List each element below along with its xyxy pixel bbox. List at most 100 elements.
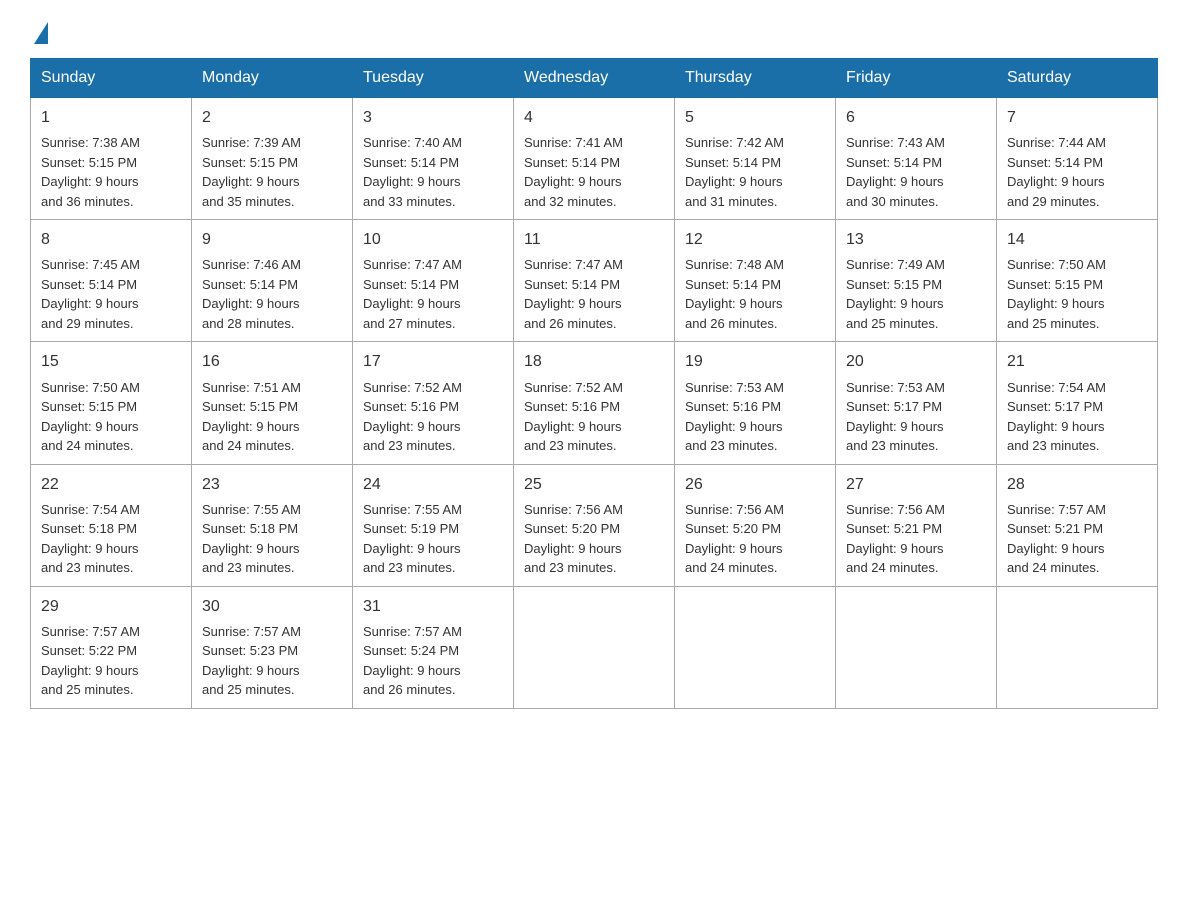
day-info: Sunrise: 7:52 AMSunset: 5:16 PMDaylight:… [363, 378, 503, 456]
calendar-cell: 8 Sunrise: 7:45 AMSunset: 5:14 PMDaylight… [31, 220, 192, 342]
week-row-2: 8 Sunrise: 7:45 AMSunset: 5:14 PMDaylight… [31, 220, 1158, 342]
calendar-cell [514, 586, 675, 708]
day-info: Sunrise: 7:48 AMSunset: 5:14 PMDaylight:… [685, 255, 825, 333]
day-info: Sunrise: 7:44 AMSunset: 5:14 PMDaylight:… [1007, 133, 1147, 211]
calendar-cell: 31 Sunrise: 7:57 AMSunset: 5:24 PMDayligh… [353, 586, 514, 708]
day-number: 17 [363, 350, 503, 373]
day-info: Sunrise: 7:57 AMSunset: 5:23 PMDaylight:… [202, 622, 342, 700]
day-info: Sunrise: 7:47 AMSunset: 5:14 PMDaylight:… [363, 255, 503, 333]
calendar-cell: 14 Sunrise: 7:50 AMSunset: 5:15 PMDayligh… [997, 220, 1158, 342]
day-of-week-friday: Friday [836, 59, 997, 98]
calendar-cell: 7 Sunrise: 7:44 AMSunset: 5:14 PMDaylight… [997, 98, 1158, 220]
day-number: 29 [41, 595, 181, 618]
day-number: 13 [846, 228, 986, 251]
calendar-cell: 25 Sunrise: 7:56 AMSunset: 5:20 PMDayligh… [514, 464, 675, 586]
day-number: 28 [1007, 473, 1147, 496]
day-number: 24 [363, 473, 503, 496]
days-of-week-row: SundayMondayTuesdayWednesdayThursdayFrid… [31, 59, 1158, 98]
day-info: Sunrise: 7:41 AMSunset: 5:14 PMDaylight:… [524, 133, 664, 211]
day-number: 30 [202, 595, 342, 618]
calendar-cell: 24Sunrise: 7:55 AMSunset: 5:19 PMDayligh… [353, 464, 514, 586]
day-number: 14 [1007, 228, 1147, 251]
calendar-cell: 3Sunrise: 7:40 AMSunset: 5:14 PMDaylight… [353, 98, 514, 220]
day-info: Sunrise: 7:47 AMSunset: 5:14 PMDaylight:… [524, 255, 664, 333]
calendar-cell: 22 Sunrise: 7:54 AMSunset: 5:18 PMDayligh… [31, 464, 192, 586]
calendar-cell: 19Sunrise: 7:53 AMSunset: 5:16 PMDayligh… [675, 342, 836, 464]
day-number: 4 [524, 106, 664, 129]
day-number: 23 [202, 473, 342, 496]
calendar-cell: 21Sunrise: 7:54 AMSunset: 5:17 PMDayligh… [997, 342, 1158, 464]
week-row-3: 15 Sunrise: 7:50 AMSunset: 5:15 PMDayligh… [31, 342, 1158, 464]
calendar-cell: 10 Sunrise: 7:47 AMSunset: 5:14 PMDayligh… [353, 220, 514, 342]
day-number: 25 [524, 473, 664, 496]
day-number: 8 [41, 228, 181, 251]
calendar-cell: 30 Sunrise: 7:57 AMSunset: 5:23 PMDayligh… [192, 586, 353, 708]
day-number: 12 [685, 228, 825, 251]
day-number: 5 [685, 106, 825, 129]
week-row-5: 29 Sunrise: 7:57 AMSunset: 5:22 PMDayligh… [31, 586, 1158, 708]
calendar-cell: 9 Sunrise: 7:46 AMSunset: 5:14 PMDaylight… [192, 220, 353, 342]
day-of-week-thursday: Thursday [675, 59, 836, 98]
day-of-week-sunday: Sunday [31, 59, 192, 98]
day-info: Sunrise: 7:53 AMSunset: 5:17 PMDaylight:… [846, 378, 986, 456]
calendar-body: 1 Sunrise: 7:38 AMSunset: 5:15 PMDaylight… [31, 98, 1158, 709]
calendar-cell: 20Sunrise: 7:53 AMSunset: 5:17 PMDayligh… [836, 342, 997, 464]
calendar-cell: 5Sunrise: 7:42 AMSunset: 5:14 PMDaylight… [675, 98, 836, 220]
calendar-cell: 27Sunrise: 7:56 AMSunset: 5:21 PMDayligh… [836, 464, 997, 586]
day-info: Sunrise: 7:56 AMSunset: 5:21 PMDaylight:… [846, 500, 986, 578]
day-info: Sunrise: 7:57 AMSunset: 5:21 PMDaylight:… [1007, 500, 1147, 578]
calendar-cell: 12 Sunrise: 7:48 AMSunset: 5:14 PMDayligh… [675, 220, 836, 342]
calendar-cell: 16 Sunrise: 7:51 AMSunset: 5:15 PMDayligh… [192, 342, 353, 464]
day-info: Sunrise: 7:49 AMSunset: 5:15 PMDaylight:… [846, 255, 986, 333]
logo-triangle-icon [34, 22, 48, 44]
calendar-cell: 29 Sunrise: 7:57 AMSunset: 5:22 PMDayligh… [31, 586, 192, 708]
day-number: 31 [363, 595, 503, 618]
logo [30, 20, 48, 38]
calendar-cell: 18 Sunrise: 7:52 AMSunset: 5:16 PMDayligh… [514, 342, 675, 464]
day-info: Sunrise: 7:54 AMSunset: 5:18 PMDaylight:… [41, 500, 181, 578]
day-info: Sunrise: 7:56 AMSunset: 5:20 PMDaylight:… [524, 500, 664, 578]
day-info: Sunrise: 7:38 AMSunset: 5:15 PMDaylight:… [41, 133, 181, 211]
calendar-cell: 28 Sunrise: 7:57 AMSunset: 5:21 PMDayligh… [997, 464, 1158, 586]
day-info: Sunrise: 7:45 AMSunset: 5:14 PMDaylight:… [41, 255, 181, 333]
calendar-cell: 6 Sunrise: 7:43 AMSunset: 5:14 PMDaylight… [836, 98, 997, 220]
day-info: Sunrise: 7:46 AMSunset: 5:14 PMDaylight:… [202, 255, 342, 333]
day-number: 9 [202, 228, 342, 251]
day-of-week-saturday: Saturday [997, 59, 1158, 98]
day-info: Sunrise: 7:56 AMSunset: 5:20 PMDaylight:… [685, 500, 825, 578]
calendar-cell: 1 Sunrise: 7:38 AMSunset: 5:15 PMDaylight… [31, 98, 192, 220]
day-info: Sunrise: 7:50 AMSunset: 5:15 PMDaylight:… [41, 378, 181, 456]
day-number: 7 [1007, 106, 1147, 129]
page-header [30, 20, 1158, 38]
day-number: 10 [363, 228, 503, 251]
day-info: Sunrise: 7:57 AMSunset: 5:24 PMDaylight:… [363, 622, 503, 700]
calendar-cell [997, 586, 1158, 708]
day-info: Sunrise: 7:52 AMSunset: 5:16 PMDaylight:… [524, 378, 664, 456]
day-info: Sunrise: 7:43 AMSunset: 5:14 PMDaylight:… [846, 133, 986, 211]
week-row-4: 22 Sunrise: 7:54 AMSunset: 5:18 PMDayligh… [31, 464, 1158, 586]
day-number: 22 [41, 473, 181, 496]
day-number: 3 [363, 106, 503, 129]
day-info: Sunrise: 7:50 AMSunset: 5:15 PMDaylight:… [1007, 255, 1147, 333]
day-number: 2 [202, 106, 342, 129]
day-number: 15 [41, 350, 181, 373]
day-number: 18 [524, 350, 664, 373]
day-of-week-tuesday: Tuesday [353, 59, 514, 98]
calendar-cell: 13 Sunrise: 7:49 AMSunset: 5:15 PMDayligh… [836, 220, 997, 342]
day-info: Sunrise: 7:39 AMSunset: 5:15 PMDaylight:… [202, 133, 342, 211]
day-number: 16 [202, 350, 342, 373]
day-info: Sunrise: 7:51 AMSunset: 5:15 PMDaylight:… [202, 378, 342, 456]
calendar-cell: 4 Sunrise: 7:41 AMSunset: 5:14 PMDaylight… [514, 98, 675, 220]
day-number: 1 [41, 106, 181, 129]
day-info: Sunrise: 7:57 AMSunset: 5:22 PMDaylight:… [41, 622, 181, 700]
calendar-cell: 2 Sunrise: 7:39 AMSunset: 5:15 PMDaylight… [192, 98, 353, 220]
calendar-table: SundayMondayTuesdayWednesdayThursdayFrid… [30, 58, 1158, 709]
day-number: 21 [1007, 350, 1147, 373]
day-info: Sunrise: 7:53 AMSunset: 5:16 PMDaylight:… [685, 378, 825, 456]
day-number: 26 [685, 473, 825, 496]
calendar-cell [836, 586, 997, 708]
day-of-week-monday: Monday [192, 59, 353, 98]
calendar-cell: 26 Sunrise: 7:56 AMSunset: 5:20 PMDayligh… [675, 464, 836, 586]
day-info: Sunrise: 7:55 AMSunset: 5:18 PMDaylight:… [202, 500, 342, 578]
day-number: 6 [846, 106, 986, 129]
